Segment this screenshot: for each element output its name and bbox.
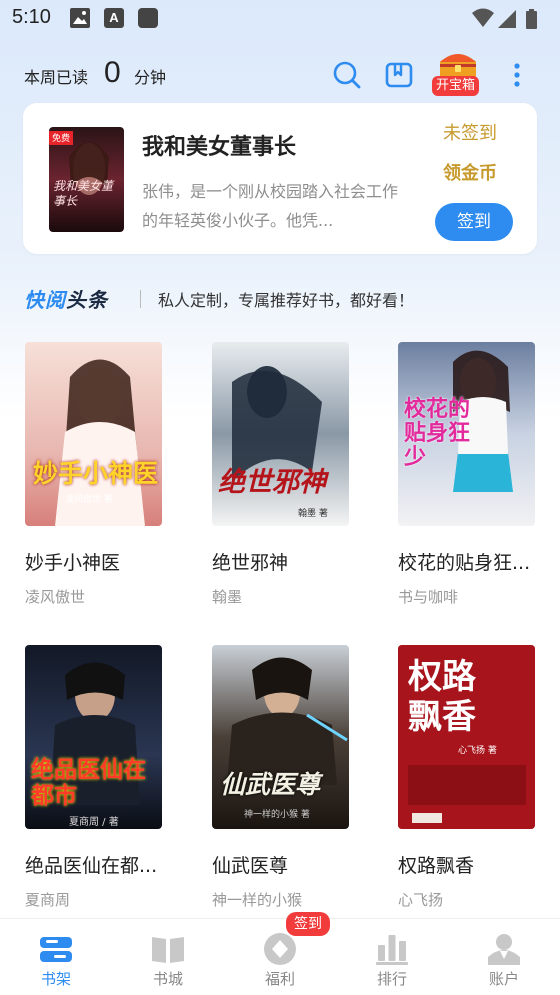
weekly-read-value: 0 [104,56,121,89]
wifi-icon [472,8,494,27]
tab-label: 福利 [264,970,295,988]
book-cover-sub: 夏商周 / 著 [69,817,119,828]
book-title[interactable]: 绝世邪神 [212,548,362,575]
square-icon [138,8,158,28]
book-title[interactable]: 权路飘香 [398,851,548,878]
book-author: 心飞扬 [398,891,444,909]
section-divider [140,290,141,308]
tab-bookstore[interactable]: 书城 [112,919,224,995]
book-cover-sub: 凌风傲世 著 [65,495,113,505]
featured-book-cover[interactable]: 免费 我和美女董事长 [49,127,124,232]
book-cover[interactable]: 仙武医尊 神一样的小猴 著 [212,645,349,829]
status-indicators [470,8,550,29]
account-icon [486,931,522,967]
book-author: 凌风傲世 [25,588,86,606]
book-cover-sub: 翰墨 著 [298,509,328,519]
book-author: 夏商周 [25,891,71,909]
tab-label: 账户 [488,970,519,988]
featured-book-description: 张伟，是一个刚从校园踏入社会工作的年轻英俊小伙子。他凭... [142,182,399,230]
weekly-read-unit: 分钟 [134,68,167,87]
battery-icon [526,9,537,29]
signin-status: 未签到 [443,123,497,144]
book-cover-sub: 心飞扬 著 [458,746,497,756]
search-icon[interactable] [332,60,362,90]
book-cover-text: 绝世邪神 [218,467,326,498]
book-title[interactable]: 仙武医尊 [212,851,362,878]
tab-account[interactable]: 账户 [448,919,560,995]
book-cover[interactable]: 绝品医仙在都市 夏商周 / 著 [25,645,162,829]
book-cover-text: 仙武医尊 [220,770,321,799]
a-icon: A [104,8,124,28]
featured-book-card[interactable]: 免费 我和美女董事长 我和美女董事长 张伟，是一个刚从校园踏入社会工作的年轻英俊… [23,103,537,254]
tab-label: 排行 [376,970,407,988]
book-title[interactable]: 校花的贴身狂... [398,548,548,575]
section-logo: 快阅头条 [24,288,108,312]
gold-coin-label: 领金币 [443,163,497,184]
image-icon [70,8,90,28]
book-cover-text: 妙手小神医 [33,459,159,488]
book-cover[interactable]: 校花的贴身狂少 [398,342,535,526]
book-title[interactable]: 绝品医仙在都... [25,851,175,878]
book-cover-text: 校花的贴身狂少 [404,397,471,470]
welfare-icon [262,931,298,967]
section-header: 快阅头条 私人定制，专属推荐好书，都好看！ [24,282,544,316]
header: 本周已读 0 分钟 开宝箱 [0,52,560,98]
signal-icon [498,10,516,28]
book-cover[interactable]: 权路飘香 心飞扬 著 [398,645,535,829]
treasure-label[interactable]: 开宝箱 [432,76,480,96]
book-title[interactable]: 妙手小神医 [25,548,175,575]
featured-book-title[interactable]: 我和美女董事长 [142,129,296,161]
welfare-signin-badge[interactable]: 签到 [286,912,330,936]
status-time: 5:10 [12,6,51,28]
section-description: 私人定制，专属推荐好书，都好看！ [158,291,415,310]
cover-free-tag: 免费 [52,134,71,144]
bottom-tab-bar: 书架 书城 福利 排行 账户 [0,918,560,995]
book-icon[interactable] [384,60,414,90]
more-icon[interactable] [502,60,532,90]
book-cover[interactable]: 绝世邪神 翰墨 著 [212,342,349,526]
book-cover[interactable]: 妙手小神医 凌风傲世 著 [25,342,162,526]
tab-ranking[interactable]: 排行 [336,919,448,995]
book-author: 神一样的小猴 [212,891,303,909]
signin-button[interactable]: 签到 [435,203,513,241]
tab-label: 书架 [40,970,71,988]
book-author: 翰墨 [212,588,243,606]
bookshelf-icon [38,931,74,967]
featured-cover-text: 我和美女董事长 [53,179,114,208]
tab-bookshelf[interactable]: 书架 [0,919,112,995]
bookstore-icon [150,931,186,967]
book-author: 书与咖啡 [398,588,459,606]
book-cover-text: 权路飘香 [408,657,476,737]
status-bar: 5:10 A [0,0,560,38]
ranking-icon [374,931,410,967]
tab-label: 书城 [152,970,183,988]
book-cover-text: 绝品医仙在都市 [31,757,146,809]
book-cover-sub: 神一样的小猴 著 [244,810,310,820]
weekly-read-label: 本周已读 [24,68,89,87]
